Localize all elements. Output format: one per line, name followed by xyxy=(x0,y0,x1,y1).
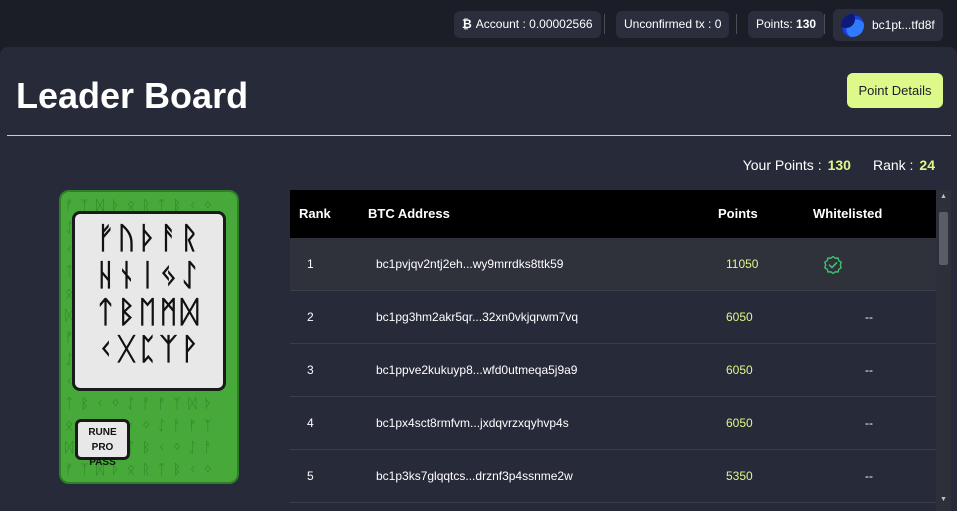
column-header-whitelisted: Whitelisted xyxy=(813,206,883,221)
rune-row: ᚠᚢᚦᚨᚱ xyxy=(96,221,202,256)
unconfirmed-tx-label: Unconfirmed tx : 0 xyxy=(624,17,722,31)
wallet-address: bc1pt...tfd8f xyxy=(872,18,935,32)
table-header: Rank BTC Address Points Whitelisted xyxy=(290,190,936,238)
rune-row: ᛏᛒᛖᛗᛞ xyxy=(96,295,202,330)
table-row: 4 bc1px4sct8rmfvm...jxdqvrzxqyhvp4s 6050… xyxy=(290,397,936,450)
account-balance-label: Account : 0.00002566 xyxy=(475,17,593,31)
leaderboard-table: Rank BTC Address Points Whitelisted 1 bc… xyxy=(290,190,951,511)
account-balance-badge: ₿ Account : 0.00002566 xyxy=(454,11,601,38)
leaderboard-panel: Leader Board Point Details Your Points :… xyxy=(0,47,957,511)
unconfirmed-tx-badge: Unconfirmed tx : 0 xyxy=(616,11,730,38)
divider xyxy=(824,14,825,34)
rune-pro-pass-card: ᚠᛉᛞᚦᛟᚱᛏᛒᚲᛜᛇᚨᚠᛉᛞᚦᛟᚱᛏᛒᚲᛜᛇᚨᚠᛉᛞᚦᛟᚱᛏᛒᚲᛜᛇᚨᚠᛉᛞᚦ… xyxy=(59,190,239,484)
points-value: 130 xyxy=(796,17,817,31)
points-cell: 5350 xyxy=(726,469,753,483)
point-details-button[interactable]: Point Details xyxy=(847,73,943,108)
column-header-points: Points xyxy=(718,206,758,221)
page-title: Leader Board xyxy=(16,75,249,116)
points-cell: 6050 xyxy=(726,363,753,377)
scroll-down-icon[interactable]: ▼ xyxy=(939,496,948,503)
whitelisted-cell: -- xyxy=(865,363,873,377)
wallet-button[interactable]: bc1pt...tfd8f xyxy=(833,9,943,41)
address-cell: bc1ppve2kukuyp8...wfd0utmeqa5j9a9 xyxy=(376,363,578,377)
card-badge-line: RUNE PRO xyxy=(88,427,117,453)
whitelisted-cell: -- xyxy=(865,310,873,324)
whitelisted-check-icon xyxy=(824,255,842,275)
rune-row: ᚺᚾᛁᛃᛇ xyxy=(96,258,202,293)
user-stats: Your Points : 130 Rank : 24 xyxy=(743,157,935,173)
points-cell: 6050 xyxy=(726,416,753,430)
rank-value: 24 xyxy=(919,157,935,173)
points-cell: 6050 xyxy=(726,310,753,324)
top-bar: ₿ Account : 0.00002566 Unconfirmed tx : 0… xyxy=(0,0,957,47)
rank-cell: 4 xyxy=(307,416,314,430)
column-header-address: BTC Address xyxy=(368,206,450,221)
table-row: 5 bc1p3ks7glqqtcs...drznf3p4ssnme2w 5350… xyxy=(290,450,936,503)
column-header-rank: Rank xyxy=(299,206,331,221)
address-cell: bc1pg3hm2akr5qr...32xn0vkjqrwm7vq xyxy=(376,310,579,324)
avatar xyxy=(841,14,864,37)
rank-cell: 1 xyxy=(307,257,314,271)
table-row: 1 bc1pvjqv2ntj2eh...wy9mrrdks8ttk59 1105… xyxy=(290,238,936,291)
whitelisted-cell: -- xyxy=(865,416,873,430)
rank-cell: 5 xyxy=(307,469,314,483)
rank-cell: 2 xyxy=(307,310,314,324)
card-badge-line: PASS xyxy=(89,457,116,468)
whitelisted-cell: -- xyxy=(865,469,873,483)
your-points-value: 130 xyxy=(827,157,851,173)
points-cell: 11050 xyxy=(726,257,759,271)
address-cell: bc1px4sct8rmfvm...jxdqvrzxqyhvp4s xyxy=(376,416,569,430)
table-row: 3 bc1ppve2kukuyp8...wfd0utmeqa5j9a9 6050… xyxy=(290,344,936,397)
rank-cell: 3 xyxy=(307,363,314,377)
divider xyxy=(7,135,951,136)
points-label: Points: xyxy=(756,17,793,31)
divider xyxy=(604,14,605,34)
address-cell: bc1pvjqv2ntj2eh...wy9mrrdks8ttk59 xyxy=(376,257,564,271)
table-scrollbar[interactable]: ▲ ▼ xyxy=(936,190,951,511)
card-rune-panel: ᚠᚢᚦᚨᚱ ᚺᚾᛁᛃᛇ ᛏᛒᛖᛗᛞ ᚲᚷᛈᛉᚹ xyxy=(72,211,226,391)
address-cell: bc1p3ks7glqqtcs...drznf3p4ssnme2w xyxy=(376,469,573,483)
scroll-up-icon[interactable]: ▲ xyxy=(939,193,948,200)
table-row: 2 bc1pg3hm2akr5qr...32xn0vkjqrwm7vq 6050… xyxy=(290,291,936,344)
bitcoin-icon: ₿ xyxy=(462,17,472,31)
points-badge: Points: 130 xyxy=(748,11,825,38)
rune-row: ᚲᚷᛈᛉᚹ xyxy=(96,332,202,367)
card-badge: RUNE PRO PASS xyxy=(75,419,130,468)
rank-label: Rank : xyxy=(872,157,914,173)
divider xyxy=(736,14,737,34)
scroll-thumb[interactable] xyxy=(939,212,948,265)
your-points-label: Your Points : xyxy=(742,157,822,173)
